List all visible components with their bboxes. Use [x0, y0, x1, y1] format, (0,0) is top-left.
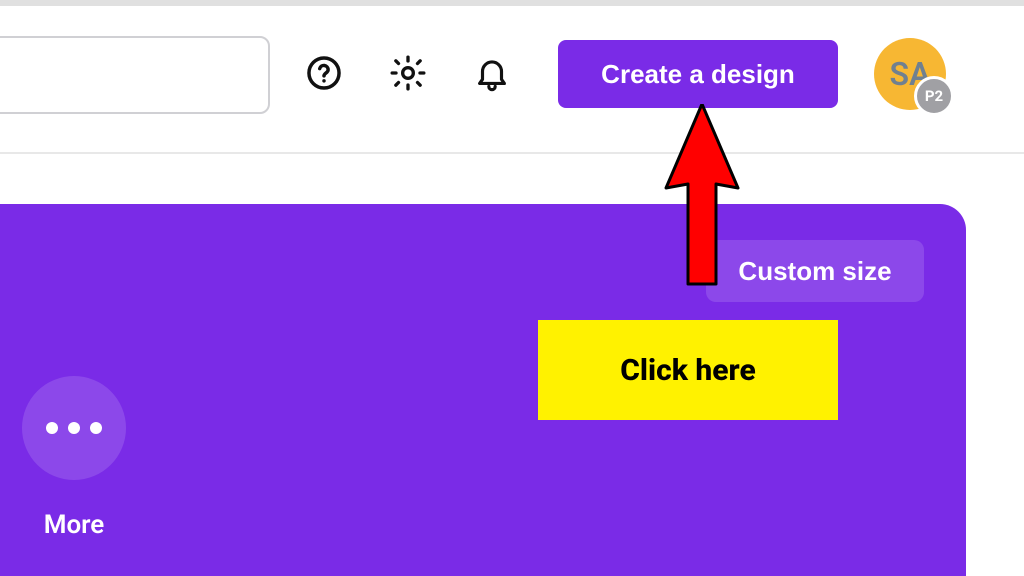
avatar-badge-text: P2 [925, 87, 943, 105]
app-header: Create a design SA P2 [0, 6, 1024, 154]
bell-icon [473, 54, 511, 95]
account-avatar[interactable]: SA P2 [874, 38, 946, 110]
notifications-button[interactable] [470, 52, 514, 96]
help-icon [305, 54, 343, 95]
help-button[interactable] [302, 52, 346, 96]
custom-size-button[interactable]: Custom size [706, 240, 924, 302]
more-button[interactable] [22, 376, 126, 480]
search-input[interactable] [0, 36, 270, 114]
gear-icon [388, 53, 428, 96]
settings-button[interactable] [386, 52, 430, 96]
create-design-button[interactable]: Create a design [558, 40, 838, 108]
more-option: More [22, 376, 126, 540]
avatar-badge: P2 [914, 76, 954, 116]
annotation-callout: Click here [538, 320, 838, 420]
ellipsis-icon [46, 422, 102, 434]
more-label: More [44, 510, 105, 540]
